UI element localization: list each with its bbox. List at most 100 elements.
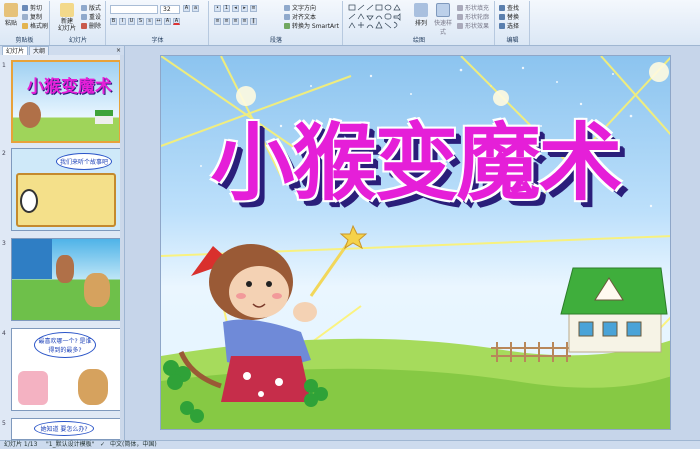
slide-title[interactable]: 小猴变魔术 [161, 96, 670, 217]
thumb-number: 2 [2, 150, 6, 157]
thumb-title: 小猴变魔术 [27, 77, 112, 97]
delete-icon [81, 22, 87, 29]
thumb-panda [20, 189, 38, 213]
bullets-icon[interactable]: • [214, 5, 221, 12]
grow-font-icon[interactable]: A [183, 5, 190, 12]
slide-editor: 小猴变魔术 [125, 46, 700, 440]
find-button[interactable]: 查找 [499, 3, 519, 12]
language[interactable]: 中文(简体，中国) [110, 441, 157, 449]
shrink-font-icon[interactable]: a [192, 5, 199, 12]
copy-icon [22, 13, 28, 20]
text-direction-icon [284, 4, 290, 11]
theme-name[interactable]: "1_默认设计模板" [46, 441, 94, 449]
font-group: 32 Aa B I U Ss ↔ A A 字体 [107, 1, 209, 45]
slide-thumbnail-pane: 幻灯片 大纲 × 1 小猴变魔术 2 我们来听个故事吧 3 4 最喜欢哪一个? … [0, 46, 125, 440]
line-spacing-icon[interactable]: ≡ [250, 5, 257, 12]
numbering-icon[interactable]: 1 [223, 5, 230, 12]
shape-fill-button[interactable]: 形状填充 [457, 3, 489, 12]
close-pane-icon[interactable]: × [113, 46, 124, 55]
ribbon: 粘贴 剪切 复制 格式刷 剪贴板 新建 幻灯片 版式 重设 删除 幻灯片 32 … [0, 0, 700, 46]
paste-icon [4, 3, 18, 17]
reset-icon [81, 13, 87, 20]
fill-bucket-icon [457, 4, 463, 11]
slide-thumbnail-3[interactable] [11, 238, 121, 321]
align-right-icon[interactable]: ≡ [232, 18, 239, 25]
delete-slide-button[interactable]: 删除 [81, 21, 101, 30]
format-painter-button[interactable]: 格式刷 [22, 21, 48, 30]
shape-effects-button[interactable]: 形状效果 [457, 21, 489, 30]
justify-icon[interactable]: ≡ [241, 18, 248, 25]
spellcheck-icon[interactable]: ✓ [100, 441, 105, 449]
arrange-button[interactable]: 排列 [412, 3, 430, 27]
strike-icon[interactable]: S [137, 18, 144, 25]
italic-icon[interactable]: I [119, 18, 126, 25]
arrange-icon [414, 3, 428, 17]
thumb-bubble: 我们来听个故事吧 [56, 153, 112, 170]
cursor-icon [499, 22, 505, 29]
thumb-number: 4 [2, 330, 6, 337]
thumb-cake [18, 371, 48, 405]
clipboard-group: 粘贴 剪切 复制 格式刷 剪贴板 [0, 1, 50, 45]
replace-icon [499, 13, 505, 20]
font-format-toolbar: B I U Ss ↔ A A [110, 18, 180, 26]
underline-icon[interactable]: U [128, 18, 135, 25]
shadow-icon[interactable]: s [146, 18, 153, 25]
thumb-number: 3 [2, 240, 6, 247]
thumb-house [95, 110, 113, 124]
thumbnail-scrollbar[interactable] [120, 55, 124, 440]
slide-thumbnail-1[interactable]: 小猴变魔术 [11, 60, 121, 143]
bold-icon[interactable]: B [110, 18, 117, 25]
case-icon[interactable]: A [164, 18, 171, 25]
thumb-building [12, 239, 52, 279]
font-size-buttons: Aa [183, 5, 199, 13]
slide-thumbnail-2[interactable]: 我们来听个故事吧 [11, 148, 121, 231]
tab-outline[interactable]: 大纲 [29, 46, 50, 55]
align-left-icon[interactable]: ≡ [214, 18, 221, 25]
tab-slides[interactable]: 幻灯片 [2, 46, 29, 55]
thumb-dog [78, 369, 108, 405]
copy-button[interactable]: 复制 [22, 12, 42, 21]
align-text-icon [284, 13, 290, 20]
new-slide-button[interactable]: 新建 幻灯片 [55, 3, 79, 32]
thumb-number: 5 [2, 420, 6, 427]
slide-thumbnail-5[interactable]: 她知道 要怎么办? [11, 418, 121, 440]
thumb-number: 1 [2, 62, 6, 69]
scissors-icon [22, 4, 28, 11]
slide-thumbnail-4[interactable]: 最喜欢哪一个? 是谁得到的最多? [11, 328, 121, 411]
brush-icon [22, 22, 28, 29]
reset-button[interactable]: 重设 [81, 12, 101, 21]
current-slide[interactable]: 小猴变魔术 [160, 55, 671, 430]
smartart-icon [284, 22, 290, 29]
font-name-combo[interactable] [110, 5, 158, 14]
editing-group: 查找 替换 选择 编辑 [496, 1, 530, 45]
thumb-bubble: 最喜欢哪一个? 是谁得到的最多? [34, 332, 96, 358]
select-button[interactable]: 选择 [499, 21, 519, 30]
align-text-button[interactable]: 对齐文本 [284, 12, 316, 21]
spacing-icon[interactable]: ↔ [155, 18, 162, 25]
new-slide-icon [60, 3, 74, 17]
text-direction-button[interactable]: 文字方向 [284, 3, 316, 12]
font-size-combo[interactable]: 32 [160, 5, 180, 14]
thumb-monkey [56, 255, 74, 283]
decrease-indent-icon[interactable]: ◂ [232, 5, 239, 12]
thumb-dog [84, 273, 110, 307]
layout-button[interactable]: 版式 [81, 3, 101, 12]
columns-icon[interactable]: ‖ [250, 18, 257, 25]
outline-icon [457, 13, 463, 20]
font-color-icon[interactable]: A [173, 18, 180, 25]
slides-group: 新建 幻灯片 版式 重设 删除 幻灯片 [51, 1, 106, 45]
align-toolbar: ≡ ≡ ≡ ≡ ‖ [214, 18, 257, 26]
align-center-icon[interactable]: ≡ [223, 18, 230, 25]
status-bar: 幻灯片 1/13 "1_默认设计模板" ✓ 中文(简体，中国) [0, 440, 700, 449]
thumb-monkey [19, 102, 41, 128]
quick-styles-button[interactable]: 快速样式 [432, 3, 454, 36]
list-toolbar: • 1 ◂ ▸ ≡ [214, 5, 257, 13]
shape-outline-button[interactable]: 形状轮廓 [457, 12, 489, 21]
replace-button[interactable]: 替换 [499, 12, 519, 21]
cut-button[interactable]: 剪切 [22, 3, 42, 12]
paste-button[interactable]: 粘贴 [2, 3, 20, 27]
increase-indent-icon[interactable]: ▸ [241, 5, 248, 12]
smartart-button[interactable]: 转换为 SmartArt [284, 21, 339, 30]
thumb-bubble: 她知道 要怎么办? [34, 421, 94, 436]
shapes-gallery[interactable] [348, 4, 408, 30]
